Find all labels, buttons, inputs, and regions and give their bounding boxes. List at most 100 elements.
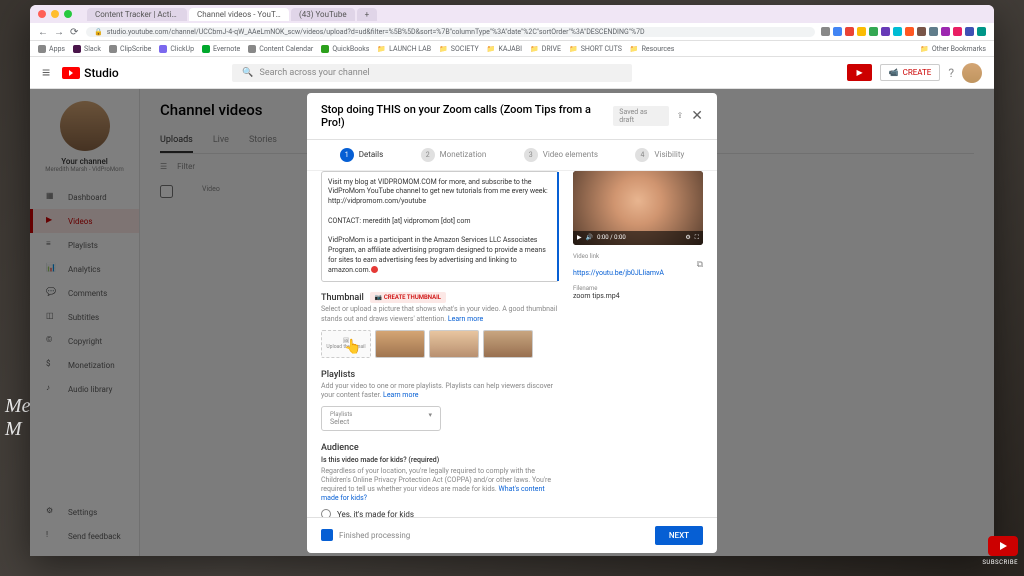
hamburger-icon[interactable]: ≡ [42, 64, 50, 81]
thumbnail-option[interactable] [429, 330, 479, 358]
reload-icon[interactable]: ⟳ [70, 27, 80, 37]
saved-badge: Saved as draft [613, 106, 668, 126]
youtube-play-badge[interactable] [988, 536, 1018, 556]
extension-icon[interactable] [845, 27, 854, 36]
audience-question: Is this video made for kids? (required) [321, 456, 559, 464]
extension-icon[interactable] [953, 27, 962, 36]
new-tab-button[interactable]: + [357, 8, 378, 21]
lock-icon: 🔒 [94, 28, 103, 36]
extension-icon[interactable] [869, 27, 878, 36]
subscribe-label: SUBSCRIBE [982, 559, 1018, 566]
bookmark[interactable]: Slack [73, 45, 101, 53]
extension-icon[interactable] [857, 27, 866, 36]
bookmark[interactable]: Content Calendar [248, 45, 313, 53]
browser-tab[interactable]: Channel videos - YouTube Stu [189, 8, 289, 21]
step-elements[interactable]: 3Video elements [524, 148, 598, 162]
gear-icon[interactable]: ⚙ [685, 234, 690, 241]
studio-logo[interactable]: Studio [62, 66, 119, 80]
back-icon[interactable]: ← [38, 27, 48, 37]
forward-icon[interactable]: → [54, 27, 64, 37]
bookmark-folder[interactable]: 📁 Resources [630, 45, 675, 53]
filename: zoom tips.mp4 [573, 292, 703, 300]
desc-text: CONTACT: meredith [at] vidpromom [dot] c… [328, 217, 552, 227]
extension-icon[interactable] [977, 27, 986, 36]
play-icon[interactable]: ▶ [577, 234, 582, 241]
help-icon[interactable]: ? [948, 66, 954, 80]
create-button[interactable]: 📹 CREATE [880, 64, 941, 81]
bookmark[interactable]: Apps [38, 45, 65, 53]
volume-icon[interactable]: 🔊 [586, 234, 593, 241]
thumbnail-desc: Select or upload a picture that shows wh… [321, 305, 557, 322]
extension-icon[interactable] [821, 27, 830, 36]
browser-tab[interactable]: (43) YouTube [291, 8, 355, 21]
bookmark[interactable]: ClipScribe [109, 45, 151, 53]
step-monetization[interactable]: 2Monetization [421, 148, 487, 162]
extension-icon[interactable] [917, 27, 926, 36]
search-input[interactable]: 🔍 Search across your channel [232, 64, 632, 82]
video-controls: ▶ 🔊 0:00 / 0:00 ⚙ ⛶ [573, 231, 703, 245]
thumbnail-option[interactable] [483, 330, 533, 358]
learn-more-link[interactable]: Learn more [448, 315, 483, 323]
video-preview[interactable]: ▶ 🔊 0:00 / 0:00 ⚙ ⛶ [573, 171, 703, 245]
bookmark-folder[interactable]: 📁 SOCIETY [439, 45, 479, 53]
thumbnail-option[interactable] [375, 330, 425, 358]
step-details[interactable]: 1Details [340, 148, 383, 162]
create-thumbnail-button[interactable]: 📷 CREATE THUMBNAIL [370, 292, 446, 303]
bookmark[interactable]: ClickUp [159, 45, 194, 53]
playlists-desc: Add your video to one or more playlists.… [321, 382, 553, 399]
processing-icon [321, 529, 333, 541]
extension-icon[interactable] [941, 27, 950, 36]
bookmark-folder[interactable]: 📁 KAJABI [487, 45, 522, 53]
extension-icons [821, 27, 986, 36]
radio-kids-yes[interactable]: Yes, it's made for kids [321, 509, 559, 516]
close-icon[interactable]: ✕ [691, 108, 703, 124]
extension-icon[interactable] [905, 27, 914, 36]
fullscreen-icon[interactable]: ⛶ [695, 234, 699, 242]
processing-status: Finished processing [321, 529, 410, 541]
copy-icon[interactable]: ⧉ [697, 260, 703, 270]
bookmark-folder[interactable]: 📁 LAUNCH LAB [377, 45, 431, 53]
titlebar: Content Tracker | Active Channel videos … [30, 5, 994, 23]
studio-header: ≡ Studio 🔍 Search across your channel ▶ … [30, 57, 994, 89]
stepper: 1Details 2Monetization 3Video elements 4… [307, 140, 717, 171]
upload-button[interactable]: ▶ [847, 64, 871, 81]
playlists-heading: Playlists [321, 370, 559, 380]
bookmark-folder[interactable]: 📁 DRIVE [530, 45, 561, 53]
video-link[interactable]: https://youtu.be/jb0JLIiamvA [573, 269, 664, 277]
youtube-icon [62, 67, 80, 79]
bookmark-folder[interactable]: 📁 SHORT CUTS [569, 45, 622, 53]
search-placeholder: Search across your channel [260, 68, 370, 78]
window-minimize[interactable] [51, 10, 59, 18]
emoji-icon [371, 266, 378, 273]
chevron-down-icon: ▾ [428, 411, 432, 426]
extension-icon[interactable] [881, 27, 890, 36]
upload-thumbnail-button[interactable]: 🖼 Upload thumbnail 👆 [321, 330, 371, 358]
extension-icon[interactable] [833, 27, 842, 36]
feedback-icon[interactable]: ⇪ [677, 111, 684, 120]
window-close[interactable] [38, 10, 46, 18]
extension-icon[interactable] [893, 27, 902, 36]
bookmark[interactable]: QuickBooks [321, 45, 369, 53]
description-textarea[interactable]: Visit my blog at VIDPROMOM.COM for more,… [321, 171, 559, 283]
other-bookmarks[interactable]: 📁 Other Bookmarks [920, 45, 986, 53]
link-label: Video link [573, 253, 703, 260]
modal-overlay: Stop doing THIS on your Zoom calls (Zoom… [30, 89, 994, 556]
playlists-select[interactable]: PlaylistsSelect ▾ [321, 406, 441, 431]
extension-icon[interactable] [965, 27, 974, 36]
avatar[interactable] [962, 63, 982, 83]
cursor-icon: 👆 [344, 339, 361, 355]
next-button[interactable]: NEXT [655, 526, 703, 545]
thumbnail-heading: Thumbnail [321, 293, 364, 303]
extension-icon[interactable] [929, 27, 938, 36]
desc-text: VidProMom is a participant in the Amazon… [328, 236, 546, 273]
learn-more-link[interactable]: Learn more [383, 391, 418, 399]
bookmarks-bar: Apps Slack ClipScribe ClickUp Evernote C… [30, 41, 994, 57]
browser-tab[interactable]: Content Tracker | Active [87, 8, 187, 21]
bookmark[interactable]: Evernote [202, 45, 240, 53]
search-icon: 🔍 [242, 68, 253, 78]
logo-text: Studio [84, 66, 119, 80]
step-visibility[interactable]: 4Visibility [635, 148, 684, 162]
window-maximize[interactable] [64, 10, 72, 18]
url-bar[interactable]: 🔒 studio.youtube.com/channel/UCCbmJ-4-qW… [86, 27, 815, 37]
audience-heading: Audience [321, 443, 559, 453]
